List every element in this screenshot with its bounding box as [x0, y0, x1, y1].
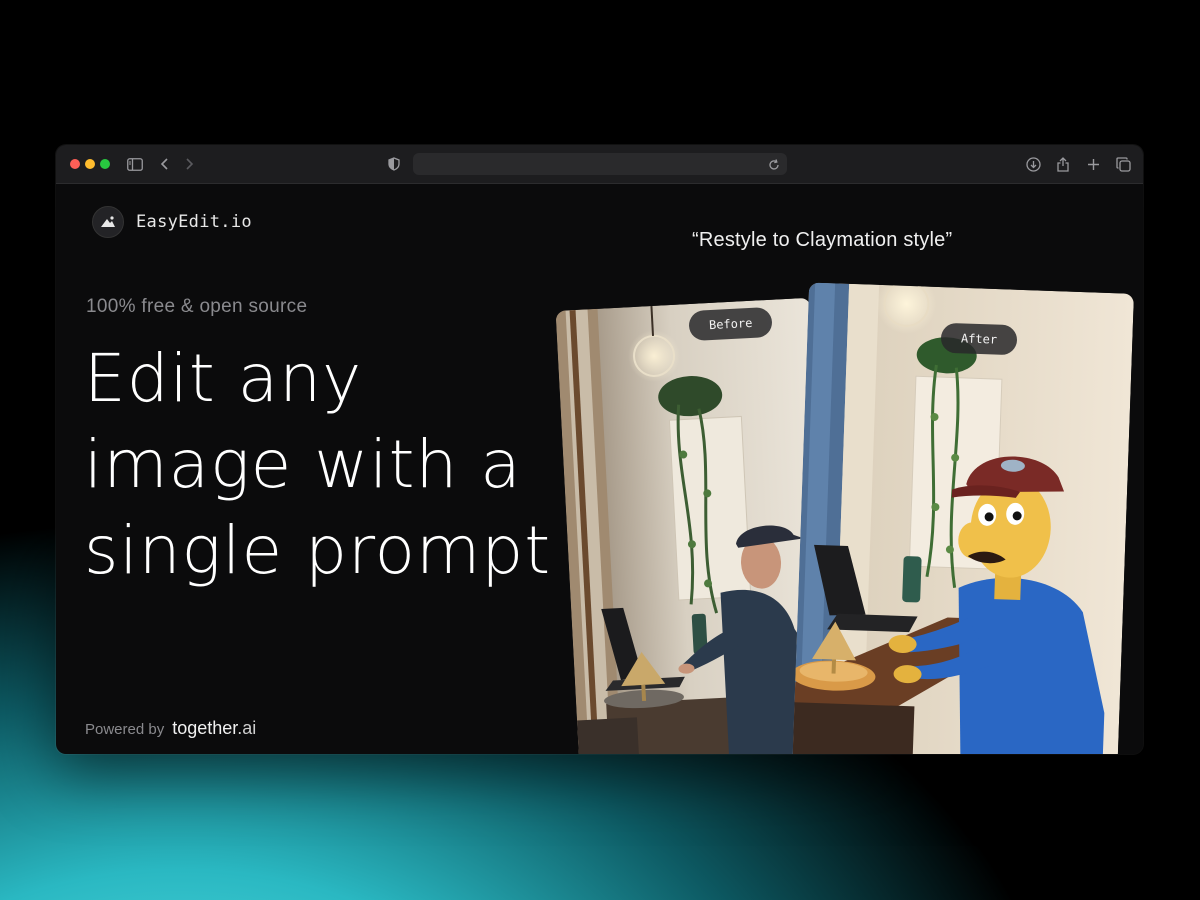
zoom-window-button[interactable]	[100, 159, 110, 169]
page-headline: Edit any image with a single prompt	[84, 340, 552, 589]
brand-name: EasyEdit.io	[136, 212, 252, 232]
browser-window: EasyEdit.io 100% free & open source Edit…	[56, 145, 1143, 754]
together-ai-logo: together.ai	[172, 718, 256, 739]
after-label: After	[940, 322, 1018, 356]
chevron-right-icon[interactable]	[178, 153, 200, 175]
share-icon[interactable]	[1052, 153, 1074, 175]
prompt-caption: “Restyle to Claymation style”	[692, 229, 953, 251]
minimize-window-button[interactable]	[85, 159, 95, 169]
powered-by-label: Powered by	[85, 721, 165, 738]
together-wordmark-suffix: .ai	[237, 718, 257, 738]
page-content: EasyEdit.io 100% free & open source Edit…	[56, 184, 1143, 754]
tagline: 100% free & open source	[86, 296, 308, 317]
sidebar-icon[interactable]	[124, 153, 146, 175]
tabs-overview-icon[interactable]	[1112, 153, 1134, 175]
close-window-button[interactable]	[70, 159, 80, 169]
address-bar[interactable]	[413, 153, 787, 175]
reload-icon[interactable]	[767, 157, 781, 171]
shield-icon[interactable]	[383, 153, 405, 175]
plus-icon[interactable]	[1082, 153, 1104, 175]
chevron-left-icon[interactable]	[154, 153, 176, 175]
before-label: Before	[688, 306, 774, 342]
together-wordmark: together	[172, 718, 238, 738]
app-logo-icon	[92, 206, 124, 238]
browser-toolbar	[56, 145, 1143, 184]
powered-by[interactable]: Powered by together.ai	[85, 718, 256, 739]
download-icon[interactable]	[1022, 153, 1044, 175]
brand-link[interactable]: EasyEdit.io	[92, 206, 252, 238]
